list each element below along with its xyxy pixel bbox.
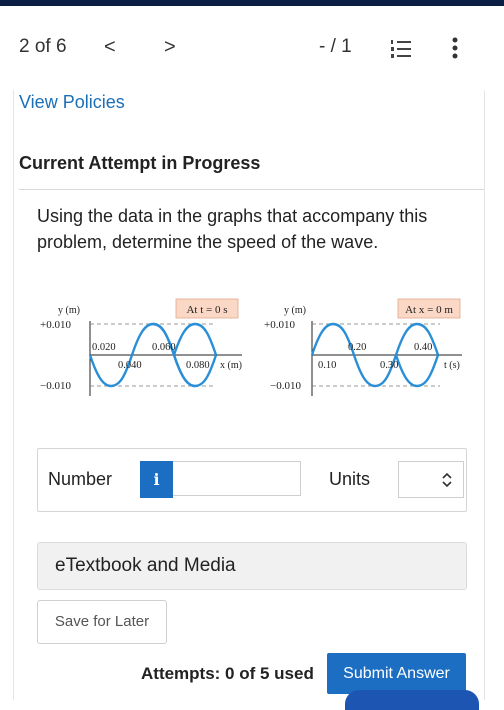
card-border [13,90,14,700]
y-axis-label: y (m) [58,305,80,316]
etextbook-and-media-button[interactable]: eTextbook and Media [37,542,467,590]
tick-label: 0.40 [414,342,432,353]
floating-button[interactable] [345,690,479,710]
save-for-later-button[interactable]: Save for Later [37,600,167,644]
wave-graphs-figure: At t = 0 s y (m) +0.010 −0.010 0.020 0.0… [40,298,462,396]
vertical-dots-icon[interactable] [450,36,460,60]
graph-time: At x = 0 m y (m) +0.010 −0.010 0.10 0.20… [264,298,462,396]
x-axis-label: t (s) [444,360,460,371]
tick-label: 0.20 [348,342,366,353]
graph-badge: At x = 0 m [405,304,453,316]
question-text: Using the data in the graphs that accomp… [37,206,428,252]
tick-label: 0.080 [186,360,210,371]
next-question-button[interactable]: > [164,36,176,59]
etextbook-label: eTextbook and Media [55,555,236,576]
number-input[interactable] [173,461,301,496]
card-border [484,90,485,700]
tick-label: 0.30 [380,360,398,371]
graph-badge: At t = 0 s [186,304,227,316]
units-select[interactable] [398,461,464,498]
answer-row: Number i Units [37,448,467,512]
submit-answer-button[interactable]: Submit Answer [327,653,466,694]
info-icon[interactable]: i [140,461,173,498]
y-max-label: +0.010 [40,319,71,331]
question-navigation: 2 of 6 < > - / 1 [0,6,504,86]
y-min-label: −0.010 [40,380,71,392]
tick-label: 0.040 [118,360,142,371]
attempts-counter: Attempts: 0 of 5 used [141,664,314,683]
y-axis-label: y (m) [284,305,306,316]
attempt-heading: Current Attempt in Progress [19,153,261,173]
y-max-label: +0.010 [264,319,295,331]
graph-position: At t = 0 s y (m) +0.010 −0.010 0.020 0.0… [40,298,242,396]
numbered-list-icon[interactable] [390,38,412,60]
view-policies-link[interactable]: View Policies [19,92,125,113]
number-label: Number [48,469,113,489]
units-label: Units [329,469,371,489]
score-display: - / 1 [319,36,352,57]
tick-label: 0.10 [318,360,336,371]
tick-label: 0.060 [152,342,176,353]
chevron-up-down-icon [442,472,452,488]
divider [19,189,484,190]
x-axis-label: x (m) [220,360,242,371]
tick-label: 0.020 [92,342,116,353]
page-count: 2 of 6 [19,36,67,57]
prev-question-button[interactable]: < [104,36,116,59]
y-min-label: −0.010 [270,380,301,392]
